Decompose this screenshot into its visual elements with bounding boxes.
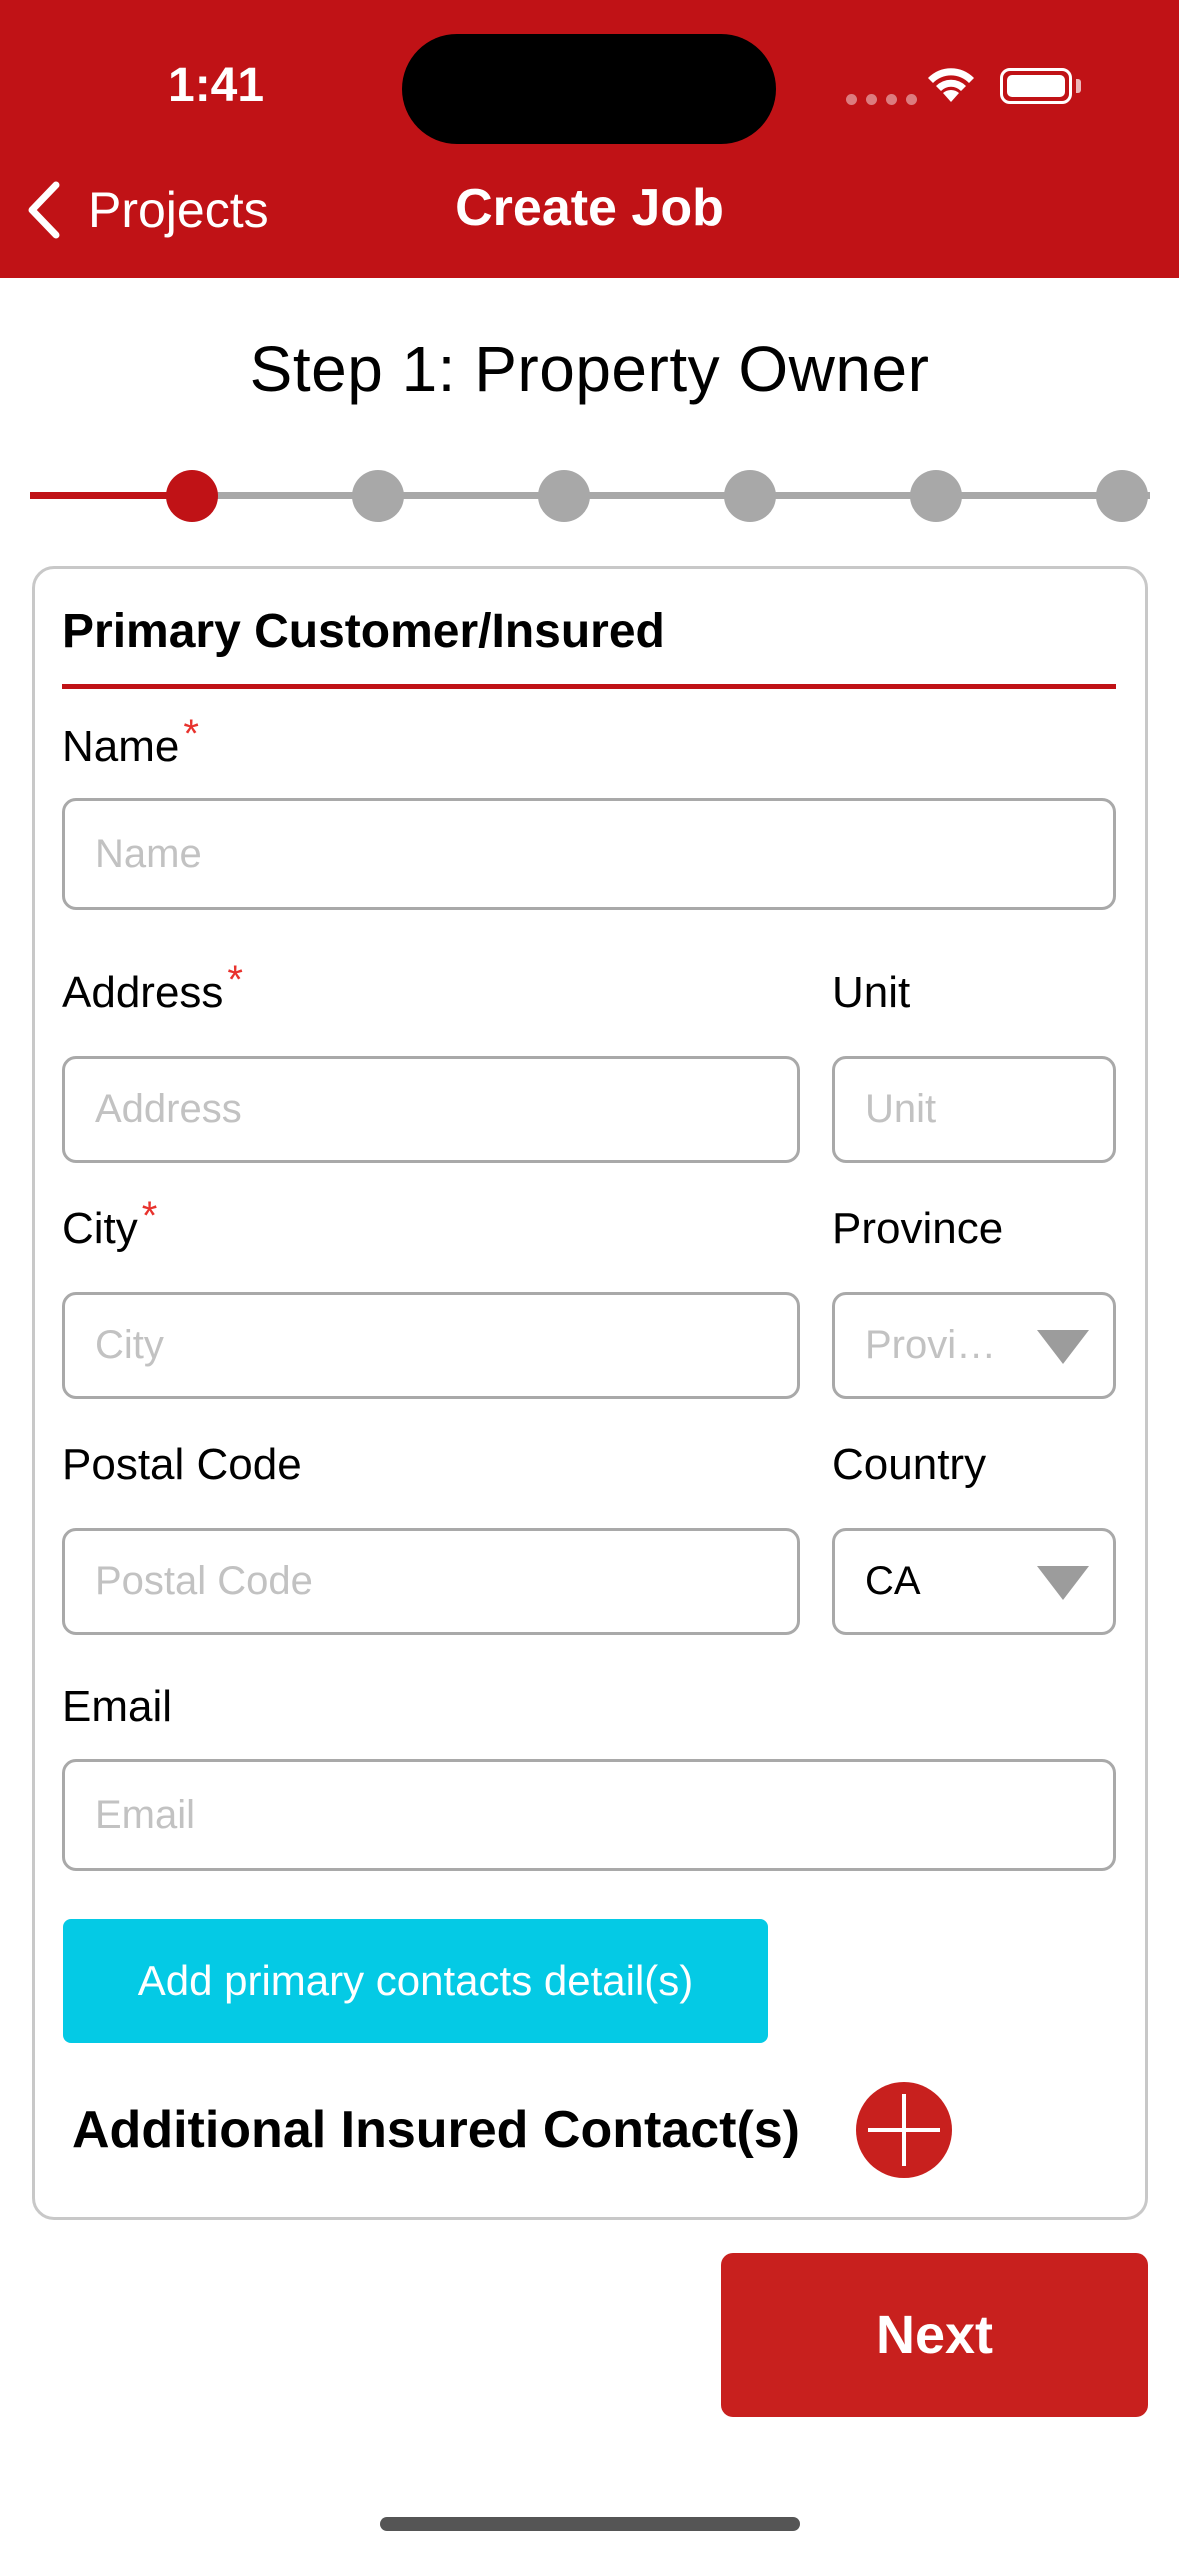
email-label: Email <box>62 1682 173 1731</box>
app-header: 1:41 Projects Create Job <box>0 0 1179 278</box>
postal-code-label: Postal Code <box>62 1440 302 1489</box>
city-label-text: City <box>62 1204 138 1253</box>
unit-input[interactable]: Unit <box>832 1056 1116 1163</box>
home-indicator[interactable] <box>380 2517 800 2531</box>
section-divider <box>62 684 1116 689</box>
name-placeholder: Name <box>95 831 202 876</box>
unit-placeholder: Unit <box>865 1087 937 1131</box>
address-placeholder: Address <box>95 1087 242 1131</box>
step-dot-6 <box>1096 470 1148 522</box>
postal-code-input[interactable]: Postal Code <box>62 1528 800 1635</box>
step-progress <box>30 470 1150 522</box>
step-dot-3 <box>538 470 590 522</box>
next-button[interactable]: Next <box>721 2253 1148 2417</box>
battery-icon <box>1000 68 1072 104</box>
section-title: Primary Customer/Insured <box>62 605 665 658</box>
battery-tip <box>1076 79 1081 93</box>
province-label: Province <box>832 1204 1004 1253</box>
required-marker: * <box>227 958 243 1002</box>
step-dot-5 <box>910 470 962 522</box>
city-label: City * <box>62 1194 157 1254</box>
country-label: Country <box>832 1440 987 1489</box>
country-value: CA <box>865 1559 921 1603</box>
step-title: Step 1: Property Owner <box>249 333 930 405</box>
province-select[interactable]: Provi… <box>832 1292 1116 1399</box>
add-circle-icon[interactable] <box>856 2082 952 2178</box>
name-label-text: Name <box>62 722 180 771</box>
dropdown-triangle-icon <box>1037 1565 1089 1600</box>
step-dot-1 <box>166 470 218 522</box>
status-time: 1:41 <box>168 59 265 112</box>
email-input[interactable]: Email <box>62 1759 1116 1871</box>
cellular-signal-icon <box>846 94 917 105</box>
dropdown-triangle-icon <box>1037 1329 1089 1364</box>
required-marker: * <box>183 712 199 756</box>
address-label-text: Address <box>62 968 224 1017</box>
email-placeholder: Email <box>95 1792 196 1837</box>
additional-contacts-label: Additional Insured Contact(s) <box>72 2101 800 2159</box>
add-primary-contacts-button[interactable]: Add primary contacts detail(s) <box>63 1919 768 2043</box>
province-placeholder: Provi… <box>865 1323 997 1367</box>
step-dot-2 <box>352 470 404 522</box>
postal-code-placeholder: Postal Code <box>95 1559 313 1603</box>
name-label: Name * <box>62 712 199 772</box>
city-placeholder: City <box>95 1323 164 1367</box>
country-select[interactable]: CA <box>832 1528 1116 1635</box>
required-marker: * <box>141 1194 158 1238</box>
name-input[interactable]: Name <box>62 798 1116 910</box>
dynamic-island <box>402 34 776 144</box>
step-dot-4 <box>724 470 776 522</box>
address-input[interactable]: Address <box>62 1056 800 1163</box>
wifi-icon <box>928 68 974 102</box>
address-label: Address * <box>62 958 243 1018</box>
city-input[interactable]: City <box>62 1292 800 1399</box>
nav-title: Create Job <box>455 179 724 237</box>
unit-label: Unit <box>832 968 911 1017</box>
